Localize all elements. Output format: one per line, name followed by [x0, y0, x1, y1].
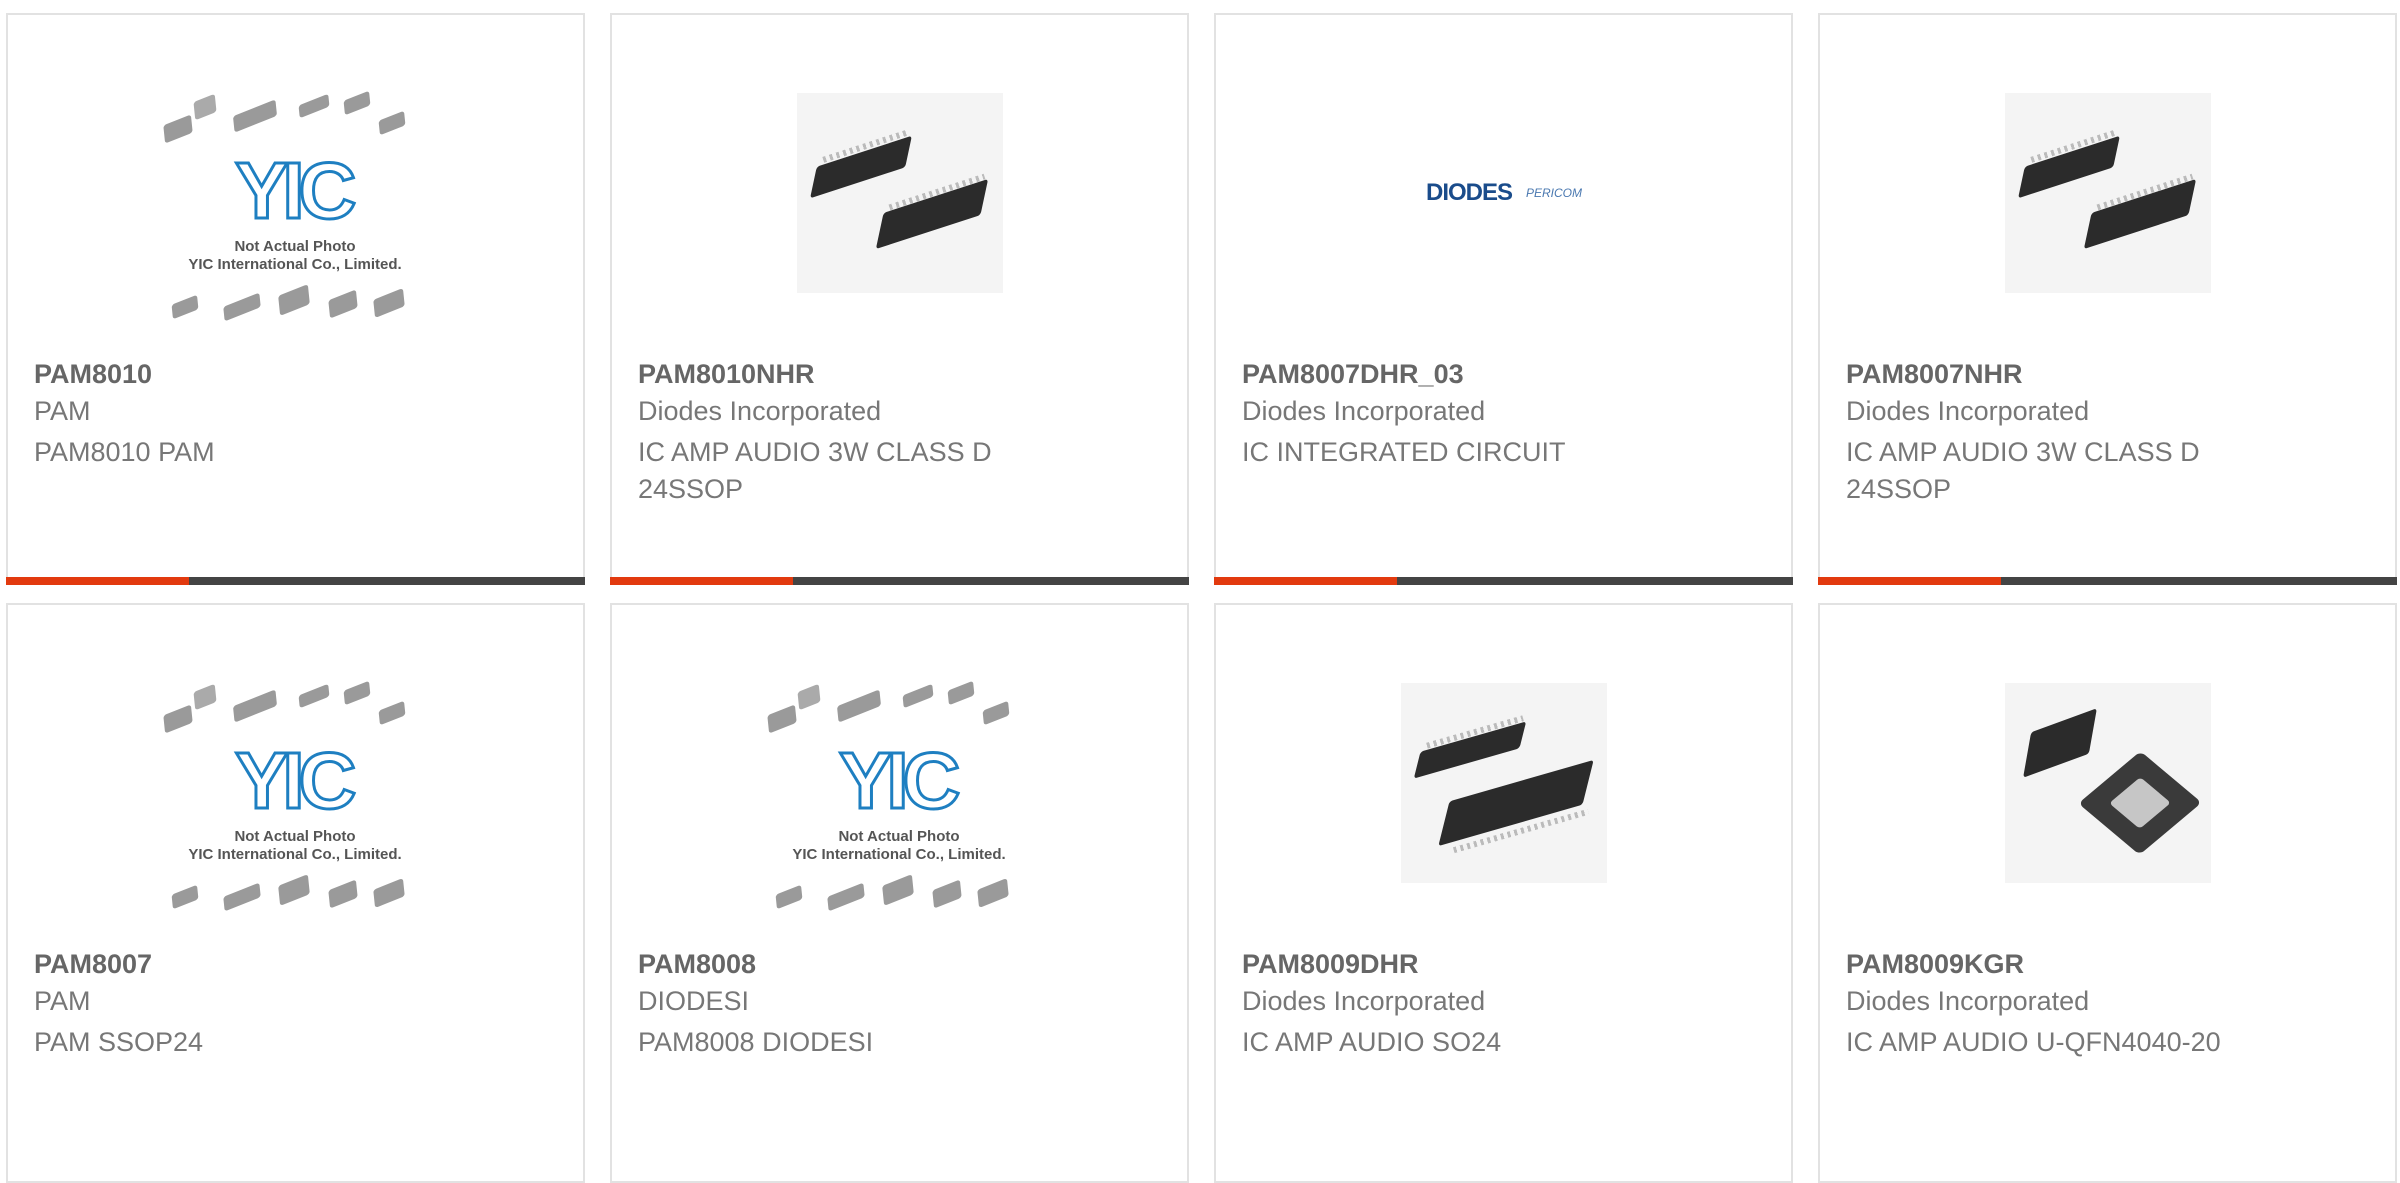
manufacturer-label: Diodes Incorporated [1242, 396, 1486, 426]
part-number-link[interactable]: PAM8009KGR [1846, 949, 2024, 980]
part-number-link[interactable]: PAM8008 [638, 949, 756, 980]
not-actual-photo-placeholder: YIC Not Actual Photo YIC International C… [155, 679, 435, 919]
description-text: IC AMP AUDIO 3W CLASS D 24SSOP [638, 437, 992, 504]
yic-logo: YIC [233, 735, 357, 827]
not-actual-photo-placeholder: YIC Not Actual Photo YIC International C… [155, 89, 435, 329]
product-image[interactable]: YIC Not Actual Photo YIC International C… [145, 680, 445, 912]
ssop-package-photo [797, 93, 1003, 293]
description-text: IC AMP AUDIO U-QFN4040-20 [1846, 1027, 2221, 1057]
description-text: PAM8010 PAM [34, 437, 215, 467]
description-text: IC AMP AUDIO SO24 [1242, 1027, 1502, 1057]
description-text: PAM SSOP24 [34, 1027, 204, 1057]
qfn-package-photo [2005, 683, 2211, 883]
card-hover-bar [1818, 577, 2397, 585]
product-card[interactable]: PAM8009KGR Diodes Incorporated IC AMP AU… [1818, 603, 2397, 1183]
manufacturer-label: Diodes Incorporated [1846, 986, 2090, 1016]
manufacturer-label: DIODESI [638, 986, 750, 1016]
product-image[interactable] [2005, 85, 2211, 301]
manufacturer-label: Diodes Incorporated [1846, 396, 2090, 426]
so24-package-photo [1401, 683, 1607, 883]
product-image[interactable] [797, 85, 1003, 301]
card-hover-bar [6, 577, 585, 585]
manufacturer-label: Diodes Incorporated [638, 396, 882, 426]
product-card[interactable]: YIC Not Actual Photo YIC International C… [6, 13, 585, 585]
part-number-link[interactable]: PAM8007 [34, 949, 152, 980]
description-text: PAM8008 DIODESI [638, 1027, 874, 1057]
card-hover-bar [610, 577, 1189, 585]
manufacturer-label: PAM [34, 396, 91, 426]
product-image[interactable] [1401, 675, 1607, 891]
product-card[interactable]: DIODES PERICOM PAM8007DHR_03 Diodes Inco… [1214, 13, 1793, 585]
product-card[interactable]: YIC Not Actual Photo YIC International C… [610, 603, 1189, 1183]
not-actual-photo-placeholder: YIC Not Actual Photo YIC International C… [759, 679, 1039, 919]
description-text: IC INTEGRATED CIRCUIT [1242, 437, 1566, 467]
part-number-link[interactable]: PAM8007DHR_03 [1242, 359, 1464, 390]
product-card[interactable]: PAM8010NHR Diodes Incorporated IC AMP AU… [610, 13, 1189, 585]
part-number-link[interactable]: PAM8007NHR [1846, 359, 2023, 390]
ssop-package-photo [2005, 93, 2211, 293]
manufacturer-label: Diodes Incorporated [1242, 986, 1486, 1016]
part-number-link[interactable]: PAM8010NHR [638, 359, 815, 390]
yic-logo: YIC [233, 145, 357, 237]
part-number-link[interactable]: PAM8010 [34, 359, 152, 390]
part-number-link[interactable]: PAM8009DHR [1242, 949, 1419, 980]
manufacturer-label: PAM [34, 986, 91, 1016]
product-grid: YIC Not Actual Photo YIC International C… [0, 0, 2400, 1183]
product-image[interactable]: YIC Not Actual Photo YIC International C… [145, 90, 445, 322]
yic-logo: YIC [837, 735, 961, 827]
product-image[interactable] [2005, 675, 2211, 891]
product-card[interactable]: PAM8007NHR Diodes Incorporated IC AMP AU… [1818, 13, 2397, 585]
description-text: IC AMP AUDIO 3W CLASS D 24SSOP [1846, 437, 2200, 504]
product-card[interactable]: YIC Not Actual Photo YIC International C… [6, 603, 585, 1183]
card-hover-bar [1214, 577, 1793, 585]
product-image[interactable]: YIC Not Actual Photo YIC International C… [749, 680, 1049, 912]
product-card[interactable]: PAM8009DHR Diodes Incorporated IC AMP AU… [1214, 603, 1793, 1183]
product-image[interactable]: DIODES PERICOM [1401, 85, 1607, 301]
diodes-logo: DIODES PERICOM [1425, 179, 1583, 206]
